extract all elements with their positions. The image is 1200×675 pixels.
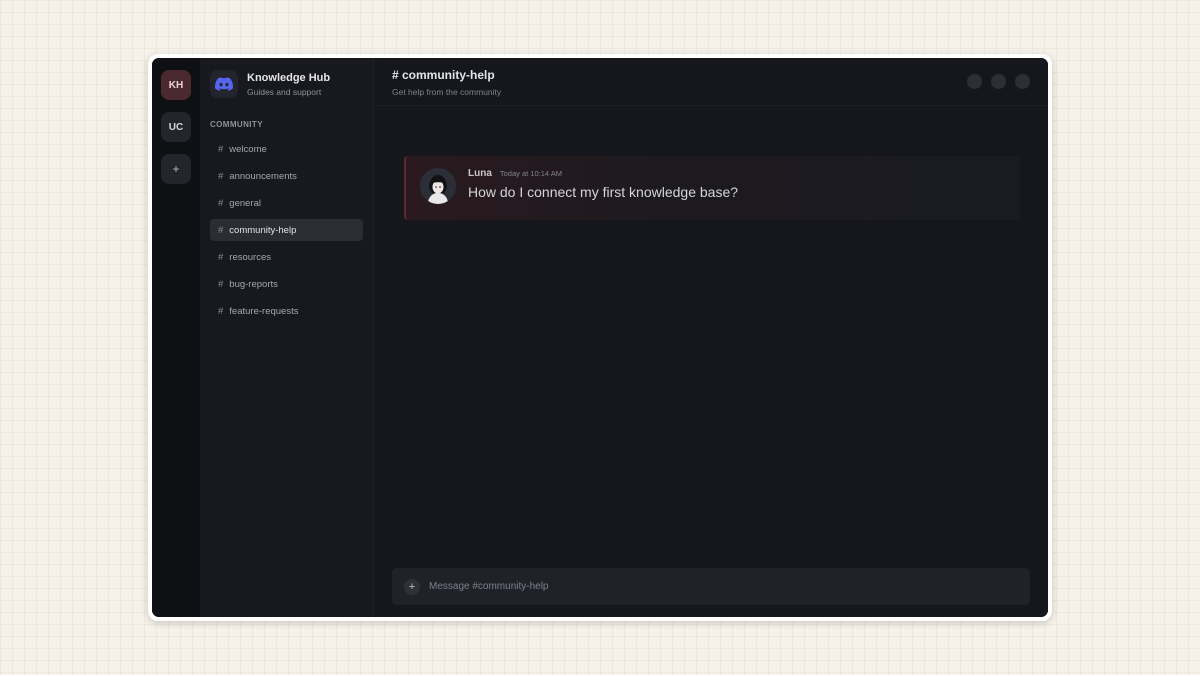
channel-label: general	[229, 197, 261, 209]
server-uc[interactable]: UC	[161, 112, 191, 142]
hub-header: Knowledge Hub Guides and support	[210, 70, 363, 98]
message-body: Luna Today at 10:14 AM How do I connect …	[468, 168, 738, 208]
server-kh[interactable]: KH	[161, 70, 191, 100]
hash-icon: #	[218, 305, 224, 317]
server-rail: KH UC +	[152, 58, 200, 617]
message: Luna Today at 10:14 AM How do I connect …	[404, 156, 1020, 220]
channel-title: # community-help	[392, 68, 495, 82]
avatar[interactable]	[420, 168, 456, 204]
channel-category: COMMUNITY	[210, 120, 263, 129]
channel-announcements[interactable]: # announcements	[210, 165, 363, 187]
discord-icon	[210, 70, 238, 98]
channel-bug-reports[interactable]: # bug-reports	[210, 273, 363, 295]
header-action-button[interactable]	[967, 74, 982, 89]
channel-label: announcements	[229, 170, 297, 182]
channel-header: # community-help Get help from the commu…	[374, 58, 1048, 106]
chat-main: # community-help Get help from the commu…	[374, 58, 1048, 617]
message-timestamp: Today at 10:14 AM	[499, 169, 563, 178]
hub-name: Knowledge Hub	[247, 71, 331, 84]
channel-sidebar: Knowledge Hub Guides and support COMMUNI…	[200, 58, 374, 617]
hash-icon: #	[218, 197, 224, 209]
message-composer: +	[392, 568, 1030, 605]
channel-feature-requests[interactable]: # feature-requests	[210, 300, 363, 322]
channel-subtitle: Get help from the community	[392, 87, 502, 97]
header-action-button[interactable]	[991, 74, 1006, 89]
channel-welcome[interactable]: # welcome	[210, 138, 363, 160]
hash-icon: #	[218, 278, 224, 290]
hash-icon: #	[218, 143, 224, 155]
message-meta: Luna Today at 10:14 AM	[468, 168, 738, 179]
message-text: How do I connect my first knowledge base…	[468, 184, 739, 200]
attach-plus-button[interactable]: +	[404, 578, 420, 595]
channel-label: community-help	[229, 224, 297, 236]
channel-label: feature-requests	[229, 305, 299, 317]
hash-icon: #	[218, 170, 224, 182]
channel-community-help[interactable]: # community-help	[210, 219, 363, 241]
channel-label: resources	[229, 251, 272, 263]
header-actions	[967, 74, 1030, 89]
app-window: KH UC + Knowledge Hub Guides and support…	[148, 54, 1052, 621]
app-frame: KH UC + Knowledge Hub Guides and support…	[152, 58, 1048, 617]
channel-label: bug-reports	[229, 278, 278, 290]
message-author[interactable]: Luna	[468, 168, 492, 179]
channel-label: welcome	[229, 143, 267, 155]
channel-resources[interactable]: # resources	[210, 246, 363, 268]
hash-icon: #	[218, 251, 224, 263]
hash-icon: #	[218, 224, 224, 236]
hub-subtitle: Guides and support	[247, 86, 322, 97]
hub-text: Knowledge Hub Guides and support	[247, 72, 330, 97]
header-action-button[interactable]	[1015, 74, 1030, 89]
channel-general[interactable]: # general	[210, 192, 363, 214]
message-input[interactable]	[429, 581, 1018, 592]
add-server-button[interactable]: +	[161, 154, 191, 184]
